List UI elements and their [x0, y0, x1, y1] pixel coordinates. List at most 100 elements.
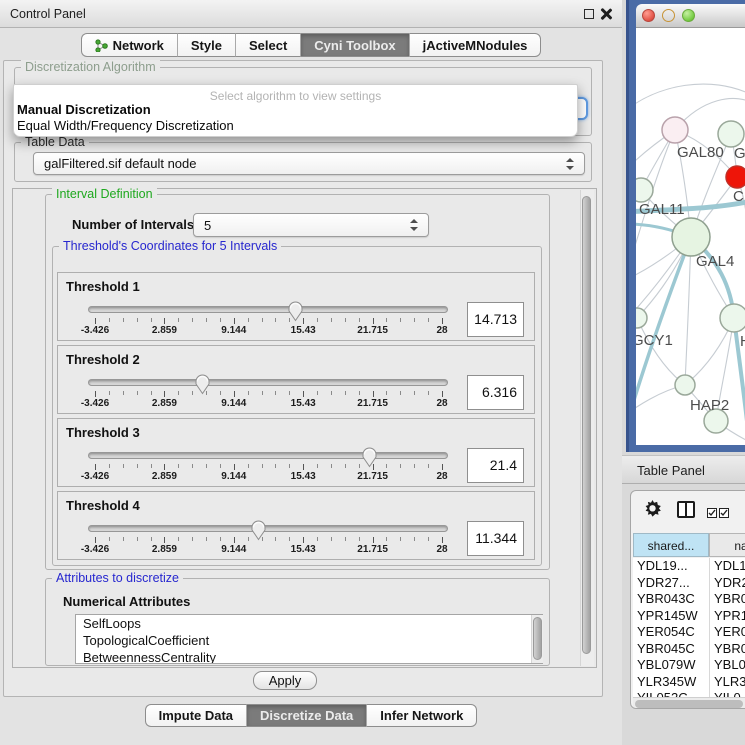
table-row[interactable]: YLR345WYLR3 — [633, 674, 745, 691]
tab-discretize-data[interactable]: Discretize Data — [246, 704, 366, 727]
close-window-icon[interactable] — [600, 8, 612, 20]
network-node-gal11[interactable] — [636, 178, 653, 202]
split-columns-icon[interactable] — [677, 501, 695, 518]
bottom-tab-bar: Impute Data Discretize Data Infer Network — [0, 704, 622, 727]
tab-network[interactable]: Network — [81, 33, 177, 57]
table-row[interactable]: YIL052CYIL0 — [633, 690, 745, 697]
cell-name: YDR2 — [714, 575, 745, 590]
network-node-h[interactable] — [720, 304, 745, 332]
numerical-attributes-list[interactable]: SelfLoopsTopologicalCoefficientBetweenne… — [75, 614, 543, 664]
table-row[interactable]: YBR045CYBR0 — [633, 641, 745, 658]
tab-label: Discretize Data — [260, 708, 353, 723]
threshold-1-slider-thumb[interactable] — [287, 300, 304, 322]
scrollbar-thumb[interactable] — [533, 617, 542, 660]
network-node-gcy1[interactable] — [636, 308, 647, 328]
tick-label: 15.43 — [280, 398, 326, 409]
table-row[interactable]: YDR27... YDR2 — [633, 575, 745, 592]
table-row[interactable]: YBL079WYBL0 — [633, 657, 745, 674]
tick-mark — [137, 318, 138, 322]
tick-mark — [220, 537, 221, 541]
network-edge[interactable] — [636, 84, 745, 115]
tick-mark — [206, 537, 207, 541]
tab-impute-data[interactable]: Impute Data — [145, 704, 246, 727]
threshold-3-label: Threshold 3 — [66, 425, 140, 440]
tick-mark — [262, 391, 263, 395]
table-row[interactable]: YER054CYER0 — [633, 624, 745, 641]
tab-style[interactable]: Style — [177, 33, 235, 57]
interval-definition-title: Interval Definition — [52, 187, 157, 201]
threshold-4-slider-track[interactable] — [88, 525, 448, 532]
table-row[interactable]: YBR043CYBR0 — [633, 591, 745, 608]
tick-mark — [275, 391, 276, 395]
tick-mark — [317, 464, 318, 468]
table-data-combobox[interactable]: galFiltered.sif default node — [33, 152, 585, 175]
threshold-1-box: Threshold 1-3.4262.8599.14415.4321.71528… — [57, 272, 535, 341]
checkbox-icon[interactable] — [719, 505, 729, 523]
threshold-4-slider-thumb[interactable] — [250, 519, 267, 541]
tick-mark — [345, 537, 346, 541]
tick-mark — [123, 391, 124, 395]
network-node-gal4[interactable] — [672, 218, 710, 256]
network-node-label: GCY1 — [636, 332, 673, 349]
network-window-titlebar[interactable] — [636, 4, 745, 28]
network-edge[interactable] — [637, 318, 685, 385]
table-panel-title: Table Panel — [637, 463, 705, 478]
column-header-name[interactable]: na — [709, 533, 745, 557]
apply-button[interactable]: Apply — [253, 671, 317, 690]
number-of-intervals-combobox[interactable]: 5 — [193, 213, 429, 237]
attribute-item-selfloops[interactable]: SelfLoops — [76, 615, 542, 632]
tick-mark — [317, 391, 318, 395]
gear-icon[interactable] — [643, 500, 662, 524]
network-edge[interactable] — [685, 237, 691, 385]
numerical-attributes-label: Numerical Attributes — [63, 594, 190, 609]
tick-mark — [428, 391, 429, 395]
scrollbar-thumb[interactable] — [635, 700, 743, 708]
table-rows[interactable]: YDL19...YDL1YDR27... YDR2YBR043CYBR0YPR14… — [633, 558, 745, 697]
tab-jactivemnodules[interactable]: jActiveMNodules — [409, 33, 542, 57]
threshold-2-slider-thumb[interactable] — [194, 373, 211, 395]
threshold-1-label: Threshold 1 — [66, 279, 140, 294]
horizontal-scrollbar[interactable] — [633, 697, 745, 709]
tick-label: 21.715 — [350, 544, 396, 555]
checkbox-icon[interactable] — [707, 505, 717, 523]
attribute-item-topologicalcoefficient[interactable]: TopologicalCoefficient — [76, 632, 542, 649]
list-vertical-scrollbar[interactable] — [531, 615, 543, 663]
table-panel: shared... na YDL19...YDL1YDR27...YDR2YBR… — [630, 490, 745, 709]
tick-mark — [386, 318, 387, 322]
threshold-3-box: Threshold 3-3.4262.8599.14415.4321.71528… — [57, 418, 535, 487]
tick-mark — [442, 537, 443, 543]
threshold-3-value-field[interactable]: 21.4 — [467, 448, 524, 483]
table-row[interactable]: YPR145WYPR1 — [633, 608, 745, 625]
column-header-shared-name[interactable]: shared... — [633, 533, 709, 557]
zoom-traffic-light[interactable] — [682, 9, 695, 22]
tick-mark — [248, 391, 249, 395]
attribute-item-betweennesscentrality[interactable]: BetweennessCentrality — [76, 649, 542, 664]
close-traffic-light[interactable] — [642, 9, 655, 22]
threshold-2-value-field[interactable]: 6.316 — [467, 375, 524, 410]
tab-select[interactable]: Select — [235, 33, 300, 57]
tick-mark — [442, 318, 443, 324]
threshold-1-value-field[interactable]: 14.713 — [467, 302, 524, 337]
network-node-gal80[interactable] — [662, 117, 688, 143]
threshold-2-slider-track[interactable] — [88, 379, 448, 386]
cell-shared-name: YDR27... — [637, 575, 690, 590]
threshold-3-slider-track[interactable] — [88, 452, 448, 459]
algorithm-option-manual[interactable]: Manual Discretization — [17, 102, 151, 117]
float-window-icon[interactable] — [584, 9, 594, 19]
network-node-hap2[interactable] — [675, 375, 695, 395]
tab-infer-network[interactable]: Infer Network — [366, 704, 477, 727]
minimize-traffic-light[interactable] — [662, 9, 675, 22]
table-row[interactable]: YDL19...YDL1 — [633, 558, 745, 575]
tick-mark — [109, 391, 110, 395]
tick-mark — [220, 318, 221, 322]
threshold-4-value-field[interactable]: 11.344 — [467, 521, 524, 556]
network-node-c[interactable] — [726, 166, 745, 188]
tab-cyni-toolbox[interactable]: Cyni Toolbox — [300, 33, 408, 57]
threshold-1-slider-track[interactable] — [88, 306, 448, 313]
algorithm-option-equal-width[interactable]: Equal Width/Frequency Discretization — [17, 118, 234, 133]
vertical-scrollbar[interactable] — [580, 190, 594, 666]
tick-label: 2.859 — [141, 544, 187, 555]
threshold-3-slider-thumb[interactable] — [361, 446, 378, 468]
scrollbar-thumb[interactable] — [582, 196, 591, 654]
network-graph[interactable]: GAL80GACGAL11GAL4GCY1HHAP2 — [636, 28, 745, 445]
